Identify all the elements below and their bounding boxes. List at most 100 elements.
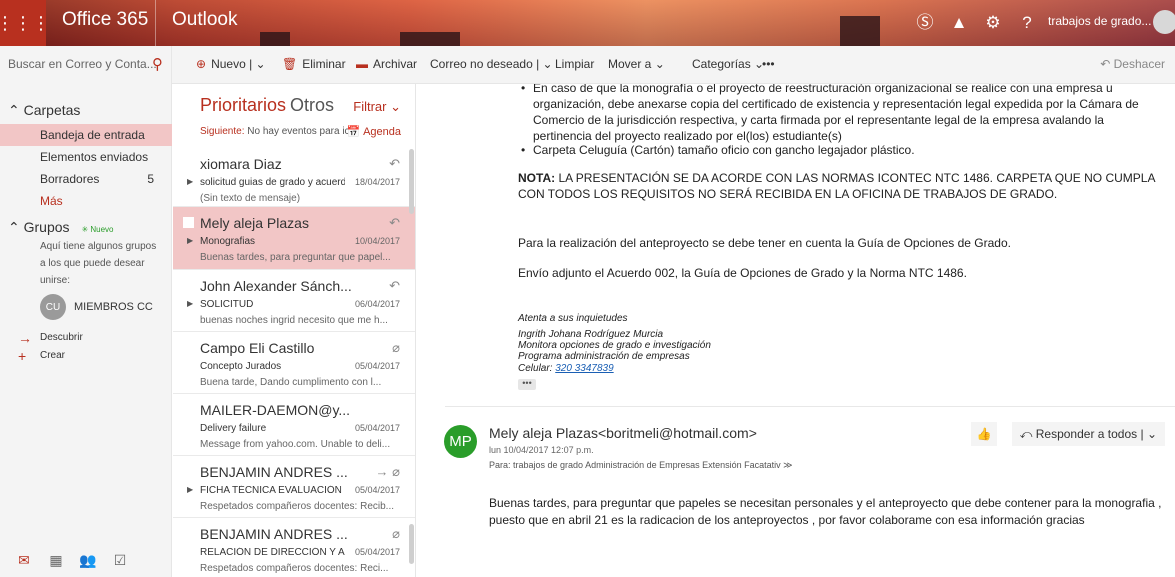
folder-inbox[interactable]: Bandeja de entrada <box>0 124 172 146</box>
create-link[interactable]: + Crear <box>18 348 65 364</box>
undo-label: Deshacer <box>1113 57 1165 71</box>
search-input[interactable]: Buscar en Correo y Conta... ⚲ <box>0 46 172 84</box>
message-from[interactable]: Mely aleja Plazas<boritmeli@hotmail.com> <box>489 425 757 441</box>
chevron-down-icon[interactable]: ⌄ <box>1147 427 1157 441</box>
search-icon[interactable]: ⚲ <box>152 55 163 73</box>
discover-link[interactable]: → Descubrir <box>18 330 83 346</box>
subject: Concepto Jurados <box>200 361 282 372</box>
clean-label: Limpiar <box>555 57 595 71</box>
calendar-icon[interactable]: ▦ <box>40 552 72 569</box>
list-item[interactable]: Mely aleja Plazas ↶ ▶ Monografias 10/04/… <box>173 207 415 270</box>
new-label: Nuevo | <box>211 57 253 71</box>
reply-icon: ↶ <box>389 278 400 293</box>
more-button[interactable]: ••• <box>762 57 775 71</box>
agenda-button[interactable]: 📅 Agenda <box>347 125 401 138</box>
tab-focused[interactable]: Prioritarios <box>200 95 286 115</box>
forward-attachment-icon: → ⌀ <box>375 464 400 479</box>
chevron-down-icon: ⌄ <box>542 57 553 71</box>
message-divider <box>445 406 1175 407</box>
group-member-item[interactable]: CU MIEMBROS CC <box>40 294 153 320</box>
filter-button[interactable]: Filtrar ⌄ <box>353 99 401 115</box>
undo-button[interactable]: ↶ Deshacer <box>1100 57 1165 71</box>
more-label: ••• <box>762 57 775 71</box>
clean-button[interactable]: Limpiar <box>555 57 594 71</box>
inbox-tabs: Prioritarios Otros <box>200 95 334 116</box>
message-list: Prioritarios Otros Filtrar ⌄ Siguiente: N… <box>173 84 416 577</box>
archive-label: Archivar <box>373 57 418 71</box>
chevron-down-icon: ⌄ <box>255 57 266 71</box>
app-name[interactable]: Outlook <box>172 9 237 31</box>
list-scrollbar[interactable] <box>409 149 414 214</box>
list-scrollbar-thumb[interactable] <box>409 524 414 564</box>
junk-button[interactable]: Correo no deseado | ⌄ <box>430 57 553 71</box>
folder-sent[interactable]: Elementos enviados <box>0 146 172 168</box>
like-button[interactable]: 👍 <box>971 422 997 446</box>
archive-button[interactable]: ▬ Archivar <box>356 57 417 71</box>
message-date: lun 10/04/2017 12:07 p.m. <box>489 445 594 455</box>
move-label: Mover a <box>608 57 652 71</box>
tasks-icon[interactable]: ☑ <box>104 552 136 569</box>
sender: xiomara Diaz <box>200 156 282 172</box>
subject: solicitud guias de grado y acuerdo <box>200 177 345 188</box>
folders-header[interactable]: ⌃ Carpetas <box>8 102 80 119</box>
expand-icon[interactable]: ≫ <box>783 460 792 470</box>
group-name: MIEMBROS CC <box>74 301 153 313</box>
mail-icon[interactable]: ✉ <box>8 552 40 569</box>
date: 05/04/2017 <box>354 423 400 433</box>
preview: Buenas tardes, para preguntar que papel.… <box>200 252 391 263</box>
avatar[interactable] <box>1153 10 1175 34</box>
gear-icon[interactable]: ⚙ <box>980 10 1006 36</box>
list-item[interactable]: John Alexander Sánch... ↶ ▶ SOLICITUD 06… <box>173 270 415 332</box>
phone-link[interactable]: 320 3347839 <box>555 363 613 374</box>
user-name[interactable]: trabajos de grado... <box>1048 14 1151 28</box>
list-item[interactable]: BENJAMIN ANDRES ... ⌀ RELACIÓN DE DIRECC… <box>173 518 415 577</box>
trash-icon: 🗑 <box>282 57 298 71</box>
delete-label: Eliminar <box>302 57 346 71</box>
module-switcher: ✉ ▦ 👥 ☑ <box>0 543 172 577</box>
folder-label: Borradores <box>40 172 100 186</box>
suite-title[interactable]: Office 365 <box>62 9 148 31</box>
people-icon[interactable]: 👥 <box>72 552 104 569</box>
note-text: LA PRESENTACIÓN SE DA ACORDE CON LAS NOR… <box>518 171 1155 201</box>
header-decoration <box>400 32 460 46</box>
bell-icon[interactable]: ▲ <box>946 10 972 36</box>
list-item[interactable]: xiomara Diaz ↶ ▶ solicitud guias de grad… <box>173 148 415 207</box>
subject: Monografias <box>200 236 256 247</box>
expand-caret-icon[interactable]: ▶ <box>187 177 193 186</box>
expand-caret-icon[interactable]: ▶ <box>187 236 193 245</box>
show-more-button[interactable]: ••• <box>518 379 536 390</box>
categories-button[interactable]: Categorías ⌄ <box>692 57 764 71</box>
groups-header[interactable]: ⌃ Grupos ✳ Nuevo <box>8 219 114 236</box>
preview: Respetados compañeros docentes: Recib... <box>200 501 394 512</box>
select-checkbox[interactable] <box>183 217 194 228</box>
discover-label: Descubrir <box>40 332 83 343</box>
phone-label: Celular: <box>518 363 556 374</box>
arrow-right-icon: → <box>18 330 32 346</box>
list-item[interactable]: Campo Eli Castillo ⌀ Concepto Jurados 05… <box>173 332 415 394</box>
recipients: Para: trabajos de grado Administración d… <box>489 460 781 470</box>
delete-button[interactable]: 🗑 Eliminar <box>282 57 346 71</box>
list-item[interactable]: BENJAMIN ANDRES ... → ⌀ ▶ FICHA TÉCNICA … <box>173 456 415 518</box>
note-label: NOTA: <box>518 171 556 185</box>
subject: Delivery failure <box>200 423 267 434</box>
new-button[interactable]: ⊕ Nuevo | ⌄ <box>196 57 266 71</box>
waffle-icon[interactable]: ⋮⋮⋮ <box>0 0 50 46</box>
reading-pane: En caso de que la monografía o el proyec… <box>417 84 1175 577</box>
tab-other[interactable]: Otros <box>290 95 334 115</box>
more-folders-link[interactable]: Más <box>0 190 172 212</box>
skype-icon[interactable]: Ⓢ <box>912 10 938 36</box>
expand-caret-icon[interactable]: ▶ <box>187 485 193 494</box>
folder-drafts[interactable]: Borradores 5 <box>0 168 172 190</box>
expand-caret-icon[interactable]: ▶ <box>187 299 193 308</box>
move-to-button[interactable]: Mover a ⌄ <box>608 57 665 71</box>
groups-new-label: Nuevo <box>90 225 114 234</box>
message-to: Para: trabajos de grado Administración d… <box>489 460 793 471</box>
agenda-label: Agenda <box>363 126 401 138</box>
help-icon[interactable]: ? <box>1014 10 1040 36</box>
reply-all-button[interactable]: ⤺ Responder a todos | ⌄ <box>1011 422 1165 446</box>
list-item[interactable]: MAILER-DAEMON@y... Delivery failure 05/0… <box>173 394 415 456</box>
folder-pane: ⌃ Carpetas Bandeja de entrada Elementos … <box>0 84 172 577</box>
sender: BENJAMIN ANDRES ... <box>200 526 348 542</box>
sender-avatar[interactable]: MP <box>444 425 477 458</box>
date: 18/04/2017 <box>354 177 400 187</box>
